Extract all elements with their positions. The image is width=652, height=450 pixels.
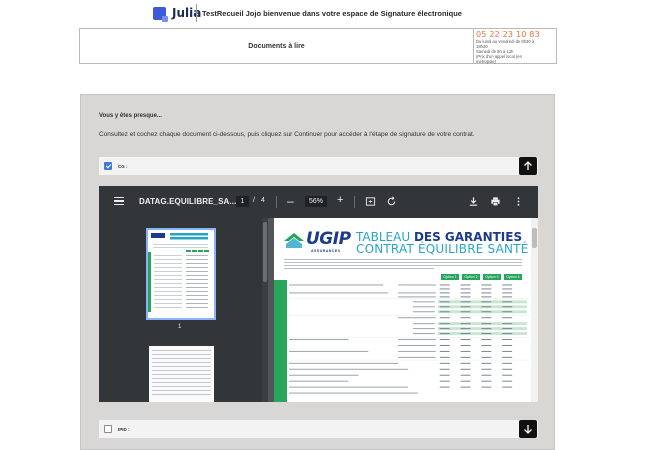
page-scrollbar[interactable] <box>531 218 538 402</box>
guarantees-table <box>289 284 529 394</box>
documents-header-box: Documents à lire 05 22 23 10 83 Du lundi… <box>79 28 557 64</box>
logo-mark-icon <box>153 6 168 22</box>
collapse-document-button[interactable] <box>519 157 537 175</box>
document-row-cg[interactable]: CG : <box>99 157 538 175</box>
more-options-icon[interactable] <box>512 195 525 208</box>
option-header: Option 2 <box>462 274 480 280</box>
thumbnail-page-number: 1 <box>178 324 182 330</box>
pdf-intro-paragraph <box>284 259 522 269</box>
option-header: Option 4 <box>504 274 522 280</box>
thumbnail-preview <box>148 230 213 317</box>
julia-logo: Julia <box>153 6 201 22</box>
menu-icon[interactable] <box>114 197 124 205</box>
fit-page-icon[interactable] <box>364 195 377 208</box>
panel-heading: Vous y êtes presque... <box>99 113 162 119</box>
option-header: Option 1 <box>441 274 459 280</box>
pdf-filename: DATAG.EQUILIBRE_SA... <box>139 197 237 206</box>
toolbar-divider <box>276 196 277 208</box>
arrow-down-icon <box>524 425 532 434</box>
thumbnail-preview <box>149 346 214 402</box>
page-title: TestRecueil Jojo bienvenue dans votre es… <box>202 9 462 18</box>
contact-phone[interactable]: 05 22 23 10 83 <box>476 30 555 39</box>
header-divider <box>196 4 197 22</box>
panel-instructions: Consultez et cochez chaque document ci-d… <box>99 131 475 138</box>
page-number-input[interactable]: 1 <box>236 196 249 207</box>
zoom-out-button[interactable]: – <box>287 194 294 208</box>
page-thumbnail-2[interactable] <box>149 346 214 402</box>
document-row-ipid[interactable]: IPID : <box>99 420 538 438</box>
toolbar-divider <box>354 196 355 208</box>
pdf-side-band <box>274 280 287 402</box>
document-label-ipid: IPID : <box>118 426 130 432</box>
zoom-in-button[interactable]: + <box>337 194 343 206</box>
signature-panel: Vous y êtes presque... Consultez et coch… <box>80 94 555 450</box>
rotate-icon[interactable] <box>385 195 398 208</box>
pdf-toolbar: DATAG.EQUILIBRE_SA... 1 / 4 – 56% + <box>99 186 538 218</box>
page-separator: / <box>253 197 255 204</box>
sidebar-scrollbar[interactable] <box>262 218 268 402</box>
top-header: Julia TestRecueil Jojo bienvenue dans vo… <box>0 0 652 28</box>
ugip-brand-sub: ASSURANCES <box>311 249 341 253</box>
document-checkbox-ipid[interactable] <box>104 425 112 433</box>
page-thumbnail-1[interactable] <box>146 228 216 320</box>
print-icon[interactable] <box>489 195 502 208</box>
expand-document-button[interactable] <box>519 420 537 438</box>
thumbnail-sidebar: 1 <box>99 218 262 402</box>
document-label-cg: CG : <box>118 163 128 169</box>
page-total: 4 <box>261 197 265 204</box>
pdf-viewer[interactable]: DATAG.EQUILIBRE_SA... 1 / 4 – 56% + 1 UG… <box>99 186 538 402</box>
documents-title: Documents à lire <box>248 42 305 50</box>
option-header: Option 3 <box>483 274 501 280</box>
document-checkbox-cg[interactable] <box>104 162 112 170</box>
ugip-brand: UGIP <box>306 229 351 249</box>
pdf-page: UGIP ASSURANCES TABLEAU DES GARANTIES CO… <box>274 218 531 402</box>
pdf-title-line2: CONTRAT ÉQUILIBRE SANTÉ <box>356 242 529 256</box>
contact-info: 05 22 23 10 83 Du lundi au vendredi de 8… <box>473 29 557 64</box>
download-icon[interactable] <box>467 195 480 208</box>
arrow-up-icon <box>524 161 532 170</box>
contact-hours-line: métropole) <box>476 59 497 64</box>
zoom-level-input[interactable]: 56% <box>305 196 327 207</box>
